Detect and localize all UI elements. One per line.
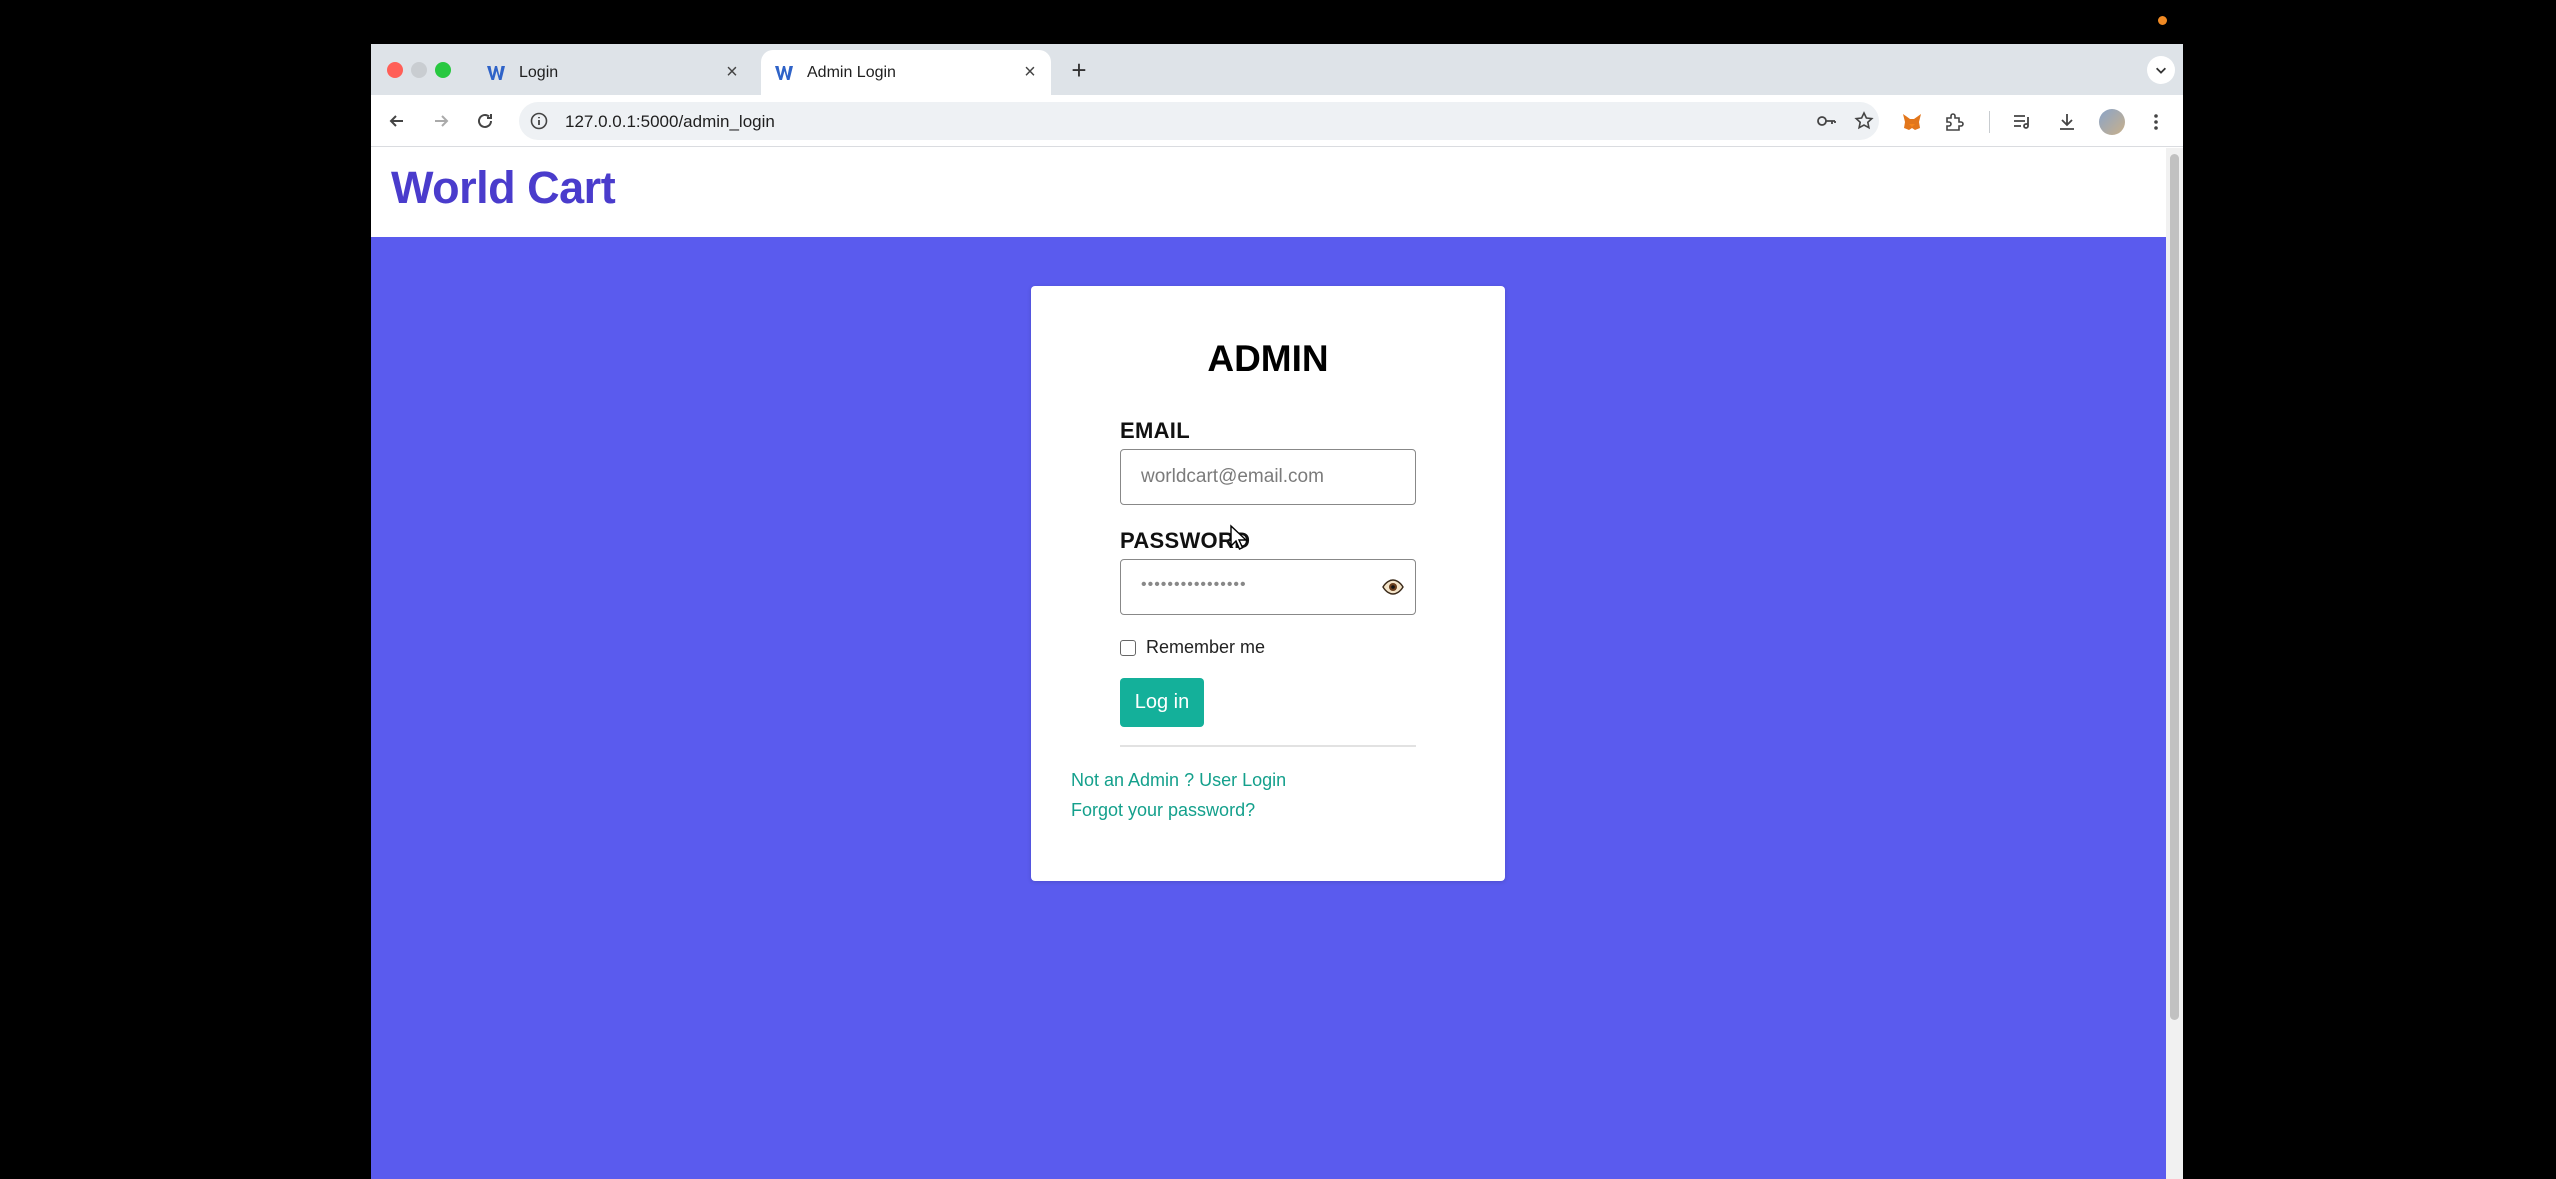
status-indicator-dot: [2158, 16, 2167, 25]
close-tab-icon[interactable]: ×: [1015, 61, 1045, 84]
forward-button[interactable]: [425, 105, 457, 137]
plus-icon: +: [1071, 54, 1087, 85]
tab-admin-login[interactable]: Admin Login ×: [761, 50, 1051, 95]
info-icon[interactable]: [529, 111, 549, 131]
admin-login-card: ADMIN EMAIL PASSWORD •••••••••••••••• Re…: [1031, 286, 1505, 881]
show-password-eye-icon[interactable]: [1381, 576, 1405, 598]
browser-window: Login × Admin Login × + 127.0.0.1:5000/a…: [371, 44, 2183, 1179]
extensions-puzzle-icon[interactable]: [1941, 109, 1967, 135]
arrow-right-icon: [435, 115, 449, 127]
toolbar-separator: [1989, 111, 1990, 133]
url-text[interactable]: 127.0.0.1:5000/admin_login: [565, 112, 775, 132]
page-title: ADMIN: [1207, 338, 1329, 379]
password-key-icon[interactable]: [1815, 110, 1837, 132]
remember-me-label[interactable]: Remember me: [1146, 637, 1265, 658]
scrollbar-thumb[interactable]: [2170, 154, 2179, 1020]
tab-title: Login: [519, 63, 559, 81]
login-background: ADMIN EMAIL PASSWORD •••••••••••••••• Re…: [371, 237, 2166, 1179]
window-close-button[interactable]: [387, 62, 403, 78]
page-scrollbar[interactable]: [2166, 148, 2183, 1179]
window-maximize-button[interactable]: [435, 62, 451, 78]
reload-button[interactable]: [469, 105, 501, 137]
bookmark-star-icon[interactable]: [1853, 110, 1875, 132]
email-label: EMAIL: [1120, 418, 1190, 443]
tab-login[interactable]: Login ×: [473, 50, 753, 95]
tab-title: Admin Login: [807, 63, 896, 81]
email-field[interactable]: [1120, 449, 1416, 505]
address-bar[interactable]: 127.0.0.1:5000/admin_login: [519, 102, 1879, 140]
window-minimize-button[interactable]: [411, 62, 427, 78]
password-mask-text: ••••••••••••••••: [1141, 576, 1247, 593]
arrow-left-icon: [389, 115, 403, 127]
back-button[interactable]: [381, 105, 413, 137]
more-menu-icon[interactable]: [2143, 109, 2169, 135]
worldcart-w-icon: [773, 62, 795, 84]
close-tab-icon[interactable]: ×: [717, 61, 747, 84]
brand-logo-link[interactable]: World Cart: [391, 162, 616, 214]
forgot-password-link[interactable]: Forgot your password?: [1071, 800, 1255, 821]
login-button[interactable]: Log in: [1120, 678, 1204, 727]
download-icon[interactable]: [2054, 109, 2080, 135]
page-viewport: World Cart ADMIN EMAIL PASSWORD ••••••••…: [371, 148, 2166, 1179]
worldcart-w-icon: [485, 62, 507, 84]
user-login-link[interactable]: Not an Admin ? User Login: [1071, 770, 1286, 791]
remember-me-row[interactable]: Remember me: [1120, 637, 1265, 658]
browser-toolbar: 127.0.0.1:5000/admin_login: [371, 95, 2183, 147]
media-controls-icon[interactable]: [2009, 109, 2035, 135]
tab-strip: Login × Admin Login × +: [371, 44, 2183, 95]
new-tab-button[interactable]: +: [1061, 52, 1097, 88]
remember-me-checkbox[interactable]: [1120, 639, 1136, 656]
profile-avatar[interactable]: [2099, 109, 2125, 135]
reload-icon: [478, 113, 492, 128]
metamask-fox-icon[interactable]: [1899, 109, 1925, 135]
site-header: World Cart: [371, 148, 2166, 237]
mouse-cursor-icon: [1230, 524, 1248, 550]
tab-search-button[interactable]: [2147, 56, 2175, 84]
divider: [1120, 745, 1416, 747]
chevron-down-icon: [2156, 67, 2166, 74]
